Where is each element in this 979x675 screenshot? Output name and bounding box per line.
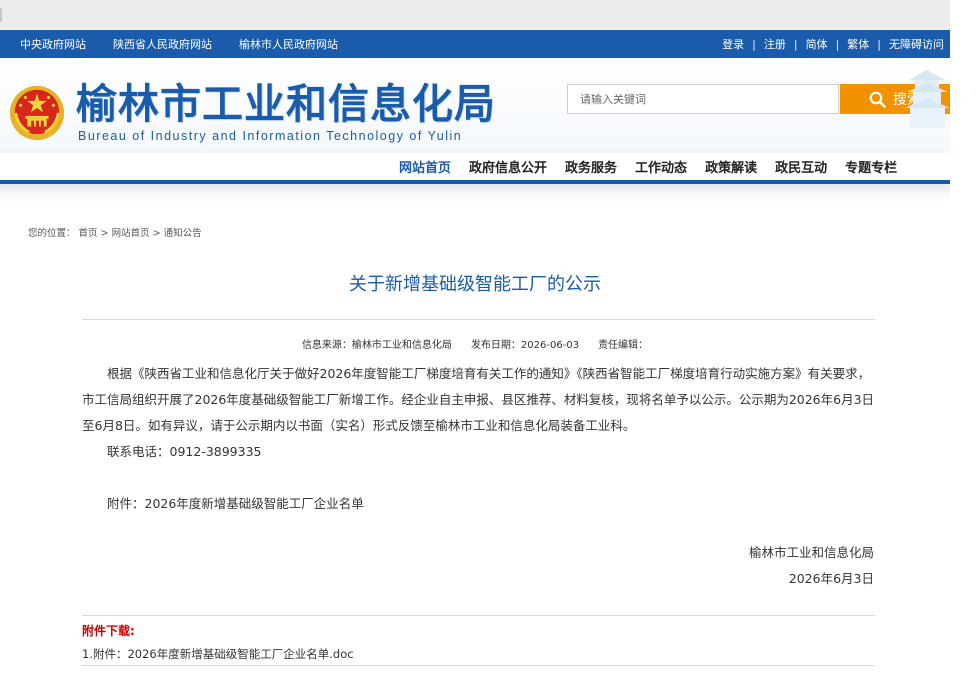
site-header: 榆林市工业和信息化局 Bureau of Industry and Inform… — [0, 58, 950, 153]
nav-item-interaction[interactable]: 政民互动 — [766, 157, 836, 176]
breadcrumb-site-home[interactable]: 网站首页 — [112, 228, 150, 239]
title-divider — [82, 319, 875, 320]
traditional-link[interactable]: 繁体 — [847, 36, 869, 52]
simplified-link[interactable]: 简体 — [806, 36, 828, 52]
article-paragraph: 根据《陕西省工业和信息化厅关于做好2026年度智能工厂梯度培育有关工作的通知》《… — [82, 366, 875, 433]
nav-item-services[interactable]: 政务服务 — [556, 157, 626, 176]
link-central-gov[interactable]: 中央政府网站 — [20, 36, 86, 52]
article-meta: 信息来源：榆林市工业和信息化局 发布日期：2026-06-03 责任编辑： — [0, 336, 950, 351]
national-emblem-icon[interactable] — [8, 84, 66, 142]
sign-date: 2026年6月3日 — [788, 571, 874, 586]
link-yulin-gov[interactable]: 榆林市人民政府网站 — [239, 36, 338, 52]
nav-item-policy[interactable]: 政策解读 — [696, 157, 766, 176]
site-subtitle: Bureau of Industry and Information Techn… — [78, 129, 463, 143]
link-shaanxi-gov[interactable]: 陕西省人民政府网站 — [113, 36, 212, 52]
browser-top-strip — [0, 0, 950, 31]
nav-item-topics[interactable]: 专题专栏 — [836, 157, 906, 176]
search-input[interactable] — [567, 84, 839, 114]
main-nav: 网站首页 政府信息公开 政务服务 工作动态 政策解读 政民互动 专题专栏 — [390, 153, 906, 180]
attachment-note: 附件：2026年度新增基础级智能工厂企业名单 — [107, 496, 364, 511]
login-link[interactable]: 登录 — [722, 36, 744, 52]
nav-shadow — [0, 184, 950, 202]
top-utility-bar: 中央政府网站 陕西省人民政府网站 榆林市人民政府网站 登录 | 注册 | 简体 … — [0, 30, 950, 58]
download-label: 附件下载: — [82, 624, 135, 638]
download-divider-bottom — [82, 665, 875, 666]
breadcrumb-label: 您的位置： — [28, 228, 76, 239]
separator: | — [835, 37, 840, 51]
breadcrumb-separator: > — [152, 228, 161, 239]
gov-links: 中央政府网站 陕西省人民政府网站 榆林市人民政府网站 — [20, 30, 338, 58]
meta-date: 发布日期：2026-06-03 — [470, 340, 580, 351]
sign-organization: 榆林市工业和信息化局 — [748, 545, 874, 560]
separator: | — [793, 37, 798, 51]
nav-item-home[interactable]: 网站首页 — [390, 157, 460, 176]
register-link[interactable]: 注册 — [764, 36, 786, 52]
separator: | — [752, 37, 756, 51]
separator: | — [877, 37, 881, 51]
download-divider-top — [82, 615, 875, 616]
account-links: 登录 | 注册 | 简体 | 繁体 | 无障碍访问 — [722, 30, 944, 58]
accessibility-link[interactable]: 无障碍访问 — [889, 36, 944, 52]
breadcrumb-home[interactable]: 首页 — [79, 228, 98, 239]
breadcrumb: 您的位置： 首页 > 网站首页 > 通知公告 — [28, 225, 202, 239]
article-body: 根据《陕西省工业和信息化厅关于做好2026年度智能工厂梯度培育有关工作的通知》《… — [82, 361, 876, 517]
strip-marker — [0, 8, 2, 22]
search-icon — [869, 91, 886, 108]
site-title[interactable]: 榆林市工业和信息化局 — [76, 80, 496, 128]
nav-item-news[interactable]: 工作动态 — [626, 157, 696, 176]
breadcrumb-separator: > — [100, 228, 109, 239]
contact-phone: 联系电话：0912-3899335 — [107, 444, 262, 459]
nav-item-gov-info[interactable]: 政府信息公开 — [460, 157, 556, 176]
meta-source: 信息来源：榆林市工业和信息化局 — [301, 340, 452, 351]
meta-editor: 责任编辑： — [598, 340, 649, 351]
pavilion-decoration — [905, 70, 950, 128]
article-title: 关于新增基础级智能工厂的公示 — [349, 274, 601, 295]
breadcrumb-notices[interactable]: 通知公告 — [164, 228, 202, 239]
download-link[interactable]: 1.附件：2026年度新增基础级智能工厂企业名单.doc — [82, 646, 354, 662]
